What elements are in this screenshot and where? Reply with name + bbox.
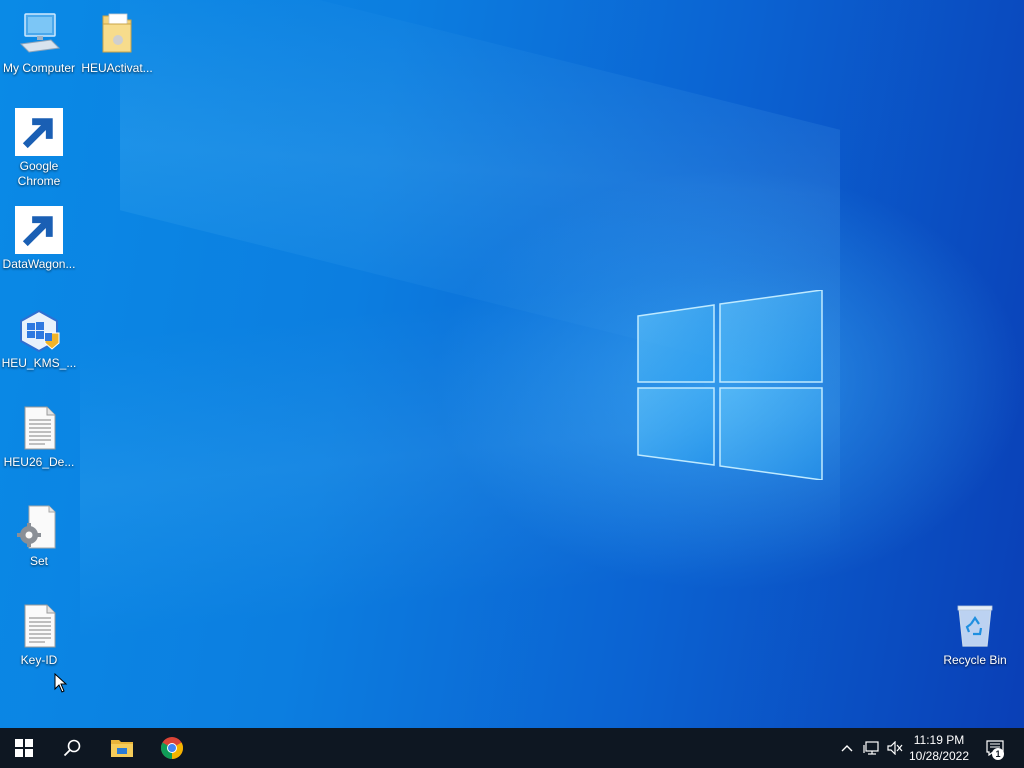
taskbar-clock[interactable]: 11:19 PM 10/28/2022: [906, 728, 972, 768]
desktop-icon-label: HEUActivat...: [81, 61, 153, 75]
volume-button[interactable]: [884, 728, 906, 768]
recycle-bin-icon: [951, 602, 999, 650]
network-icon: [863, 741, 879, 755]
desktop-icon-label: HEU26_De...: [3, 455, 75, 469]
shortcut-arrow-icon: [15, 108, 63, 156]
windows-logo-wallpaper: [637, 290, 823, 480]
chrome-icon: [161, 737, 183, 759]
search-button[interactable]: [48, 728, 96, 768]
taskbar-google-chrome[interactable]: [148, 728, 196, 768]
desktop-icon-heu26-document[interactable]: HEU26_De...: [0, 404, 78, 470]
notification-count-badge: 1: [992, 748, 1004, 760]
desktop-icon-label: My Computer: [2, 61, 76, 75]
desktop-wallpaper[interactable]: My Computer HEUActivat... Google Chrome …: [0, 0, 1024, 728]
desktop-icon-datawagon[interactable]: DataWagon...: [0, 206, 78, 272]
file-explorer-icon: [111, 740, 133, 757]
clock-time: 11:19 PM: [913, 733, 965, 747]
start-button[interactable]: [0, 728, 48, 768]
text-document-icon: [15, 404, 63, 452]
desktop-icon-set[interactable]: Set: [0, 503, 78, 569]
desktop-icon-label: HEU_KMS_...: [1, 356, 77, 370]
desktop-icon-label: Recycle Bin: [943, 653, 1007, 667]
search-icon: [63, 739, 81, 757]
desktop-icon-label: Key-ID: [20, 653, 58, 667]
desktop-icon-heuactivat-folder[interactable]: HEUActivat...: [78, 10, 156, 76]
shortcut-arrow-icon: [15, 206, 63, 254]
folder-icon: [93, 10, 141, 58]
desktop-icon-key-id[interactable]: Key-ID: [0, 602, 78, 668]
desktop-icon-google-chrome[interactable]: Google Chrome: [0, 108, 78, 189]
settings-file-icon: [15, 503, 63, 551]
desktop-icon-heu-kms[interactable]: HEU_KMS_...: [0, 305, 78, 371]
chevron-up-icon: [841, 745, 853, 752]
taskbar: 11:19 PM 10/28/2022: [0, 728, 1024, 768]
clock-date: 10/28/2022: [908, 749, 970, 763]
chrome-icon: [15, 108, 63, 156]
network-button[interactable]: [860, 728, 882, 768]
heu-kms-icon: [15, 305, 63, 353]
text-document-icon: [15, 602, 63, 650]
windows-start-icon: [15, 739, 33, 757]
desktop-icon-my-computer[interactable]: My Computer: [0, 10, 78, 76]
datawagon-icon: [15, 206, 63, 254]
volume-muted-icon: [887, 741, 903, 755]
desktop-icon-label: Set: [29, 554, 48, 568]
desktop-icon-label: DataWagon...: [2, 257, 76, 271]
desktop-icon-label: Google Chrome: [17, 159, 61, 188]
taskbar-file-explorer[interactable]: [98, 728, 146, 768]
desktop-icon-recycle-bin[interactable]: Recycle Bin: [936, 602, 1014, 668]
computer-icon: [15, 10, 63, 58]
show-hidden-icons-button[interactable]: [836, 728, 858, 768]
mouse-cursor-icon: [54, 673, 68, 693]
